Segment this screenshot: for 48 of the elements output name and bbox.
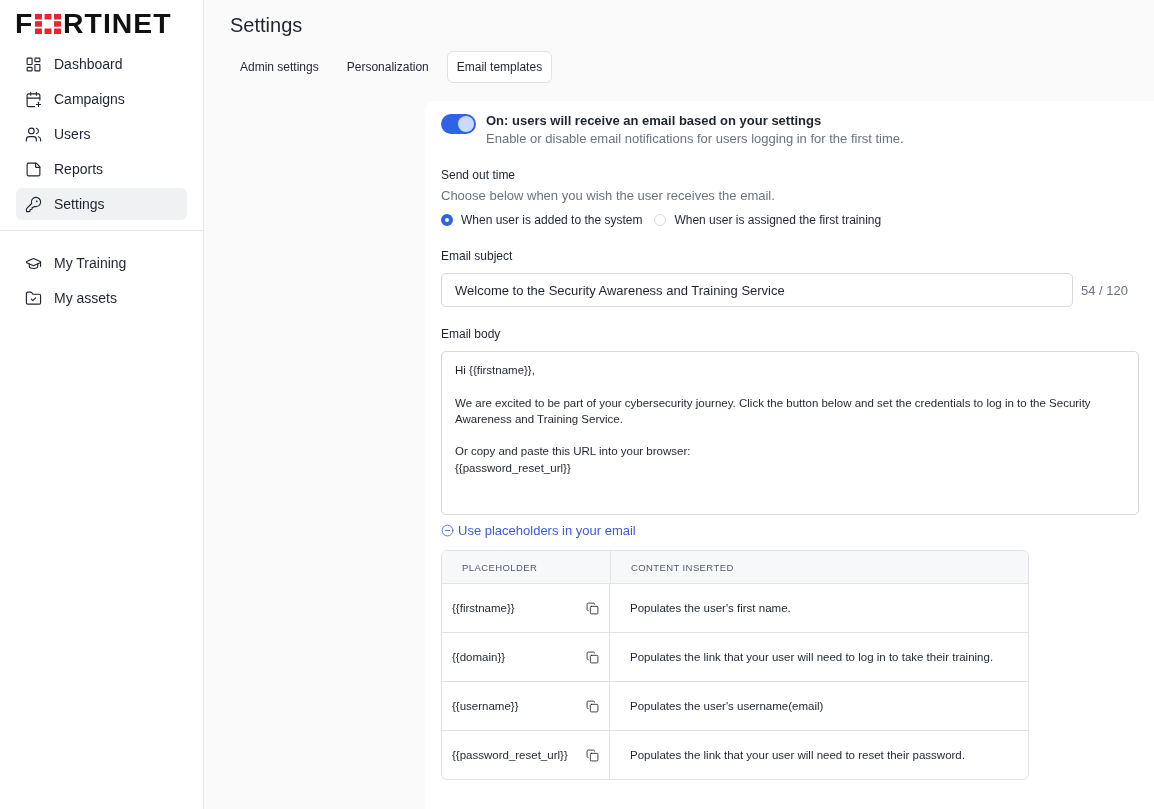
key-icon bbox=[25, 195, 42, 213]
table-cell-text: Populates the user's username(email) bbox=[629, 699, 825, 714]
radio-label: When user is assigned the first training bbox=[674, 213, 882, 227]
logo-mark-icon bbox=[34, 14, 61, 34]
sidebar-item[interactable]: Settings bbox=[16, 188, 187, 220]
toggle-description: Enable or disable email notifications for users logging in for the first time. bbox=[486, 131, 904, 146]
character-counter: 54 / 120 bbox=[1081, 282, 1128, 298]
copy-icon[interactable] bbox=[586, 650, 599, 664]
table-cell: {{domain}} bbox=[452, 651, 506, 663]
sidebar-item[interactable]: Dashboard bbox=[16, 48, 187, 80]
field-label: Send out time bbox=[441, 168, 517, 182]
tab[interactable]: Admin settings bbox=[230, 51, 329, 83]
placeholders-link[interactable]: Use placeholders in your email bbox=[441, 523, 1139, 538]
radio-label: When user is added to the system bbox=[461, 213, 643, 227]
field-label: Email subject bbox=[441, 249, 514, 263]
users-icon bbox=[25, 125, 42, 143]
copy-icon[interactable] bbox=[586, 601, 599, 615]
sidebar-item[interactable]: My assets bbox=[16, 282, 187, 314]
table-cell: {{username}} bbox=[452, 700, 519, 712]
sidebar-item[interactable]: My Training bbox=[16, 247, 187, 279]
minus-circle-icon bbox=[441, 524, 454, 537]
radio-button[interactable] bbox=[441, 214, 453, 226]
copy-icon[interactable] bbox=[586, 699, 599, 713]
toggle-switch[interactable] bbox=[441, 114, 476, 134]
table-cell: {{firstname}} bbox=[452, 602, 515, 614]
logo-text: F bbox=[15, 10, 34, 38]
logo-text: RTINET bbox=[62, 10, 172, 38]
field-hint: Choose below when you wish the user receives the email. bbox=[441, 188, 776, 203]
page-title: Settings bbox=[230, 14, 304, 37]
copy-icon[interactable] bbox=[586, 748, 599, 762]
table-cell-text: Populates the link that your user will need to log in to take their training. bbox=[629, 650, 995, 665]
sidebar-item[interactable]: Reports bbox=[16, 153, 187, 185]
note-icon bbox=[25, 160, 42, 178]
subject-field[interactable]: Welcome to the Security Awareness and Training Service bbox=[441, 273, 1073, 307]
sidebar-item[interactable]: Users bbox=[16, 118, 187, 150]
tab[interactable]: Email templates bbox=[446, 51, 553, 83]
email-body-field[interactable]: Hi {{firstname}}, We are excited to be part of your cybersecurity journey. Click the button below and set the credentials to log in to the Security Awareness and Training Service. Or copy and paste this URL into your browser: {{password_reset_url}} bbox=[441, 351, 1139, 515]
calendar-plus-icon bbox=[25, 90, 42, 108]
sidebar-item[interactable]: Campaigns bbox=[16, 83, 187, 115]
toggle-title: On: users will receive an email based on your settings bbox=[486, 113, 823, 128]
table-cell-text: Populates the user's first name. bbox=[629, 601, 792, 616]
table-cell: {{password_reset_url}} bbox=[452, 749, 568, 761]
field-label: Email body bbox=[441, 327, 502, 341]
column-header: CONTENT INSERTED bbox=[610, 551, 1028, 583]
folder-check-icon bbox=[25, 289, 42, 307]
tab[interactable]: Personalization bbox=[336, 51, 439, 83]
column-header: PLACEHOLDER bbox=[461, 560, 539, 575]
table-cell-text: Populates the link that your user will need to reset their password. bbox=[629, 748, 966, 763]
